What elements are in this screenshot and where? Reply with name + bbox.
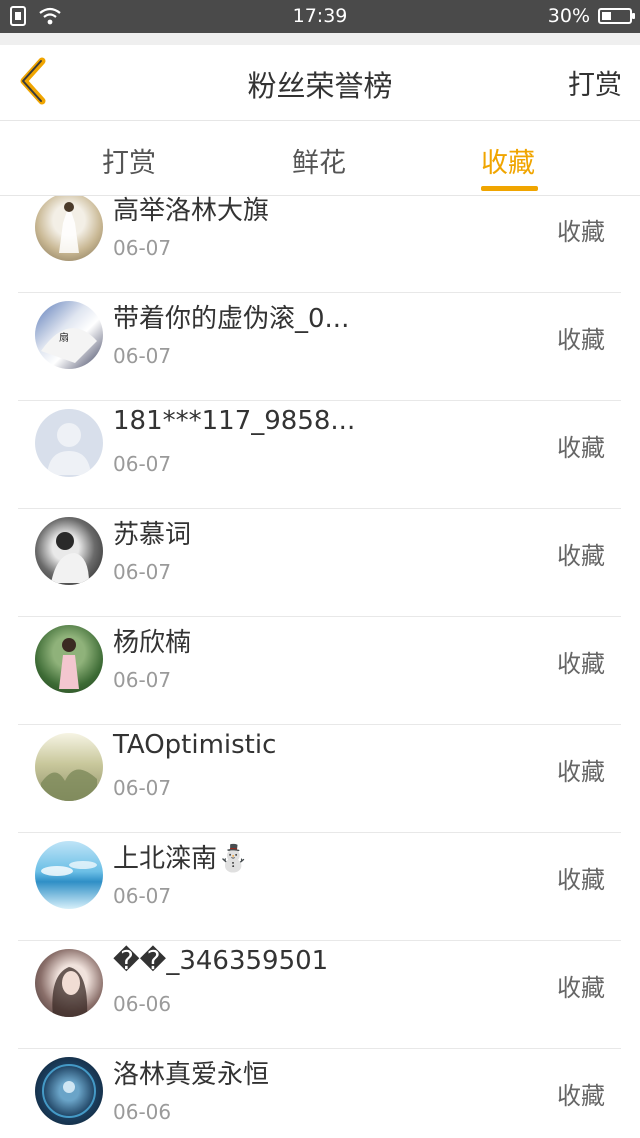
reward-button[interactable]: 打赏 (568, 63, 622, 102)
fan-name: 杨欣楠 (113, 628, 192, 658)
active-tab-indicator (481, 186, 538, 191)
list-item[interactable]: 苏慕词 06-07 收藏 (18, 508, 621, 617)
tab-reward[interactable]: 打赏 (102, 141, 156, 180)
fan-name: 苏慕词 (113, 520, 192, 550)
avatar (35, 409, 103, 477)
fan-name: 带着你的虚伪滚_0... (113, 304, 350, 334)
fan-name: 181***117_9858... (113, 406, 356, 436)
fan-date: 06-07 (113, 452, 172, 476)
fan-date: 06-06 (113, 1100, 172, 1124)
fan-name: 洛林真爱永恒 (113, 1060, 270, 1090)
tab-flowers[interactable]: 鲜花 (292, 141, 346, 180)
fan-name: 高举洛林大旗 (113, 196, 270, 226)
fan-action[interactable]: 收藏 (557, 644, 605, 679)
fan-action[interactable]: 收藏 (557, 428, 605, 463)
default-avatar-icon (47, 423, 91, 475)
fan-action[interactable]: 收藏 (557, 212, 605, 247)
fan-date: 06-07 (113, 776, 172, 800)
fan-name: ��_346359501 (113, 946, 329, 976)
avatar (35, 196, 103, 261)
status-gap (0, 33, 640, 45)
status-icons-right: 30% (547, 5, 635, 27)
app-header: 粉丝荣誉榜 打赏 (0, 45, 640, 121)
battery-text: 30% (547, 5, 590, 27)
fan-name: TAOptimistic (113, 730, 277, 760)
fan-action[interactable]: 收藏 (557, 860, 605, 895)
list-item[interactable]: 杨欣楠 06-07 收藏 (18, 616, 621, 725)
fan-action[interactable]: 收藏 (557, 968, 605, 1003)
avatar (35, 841, 103, 909)
avatar (35, 625, 103, 693)
tab-bar: 打赏 鲜花 收藏 (0, 121, 640, 196)
status-time: 17:39 (292, 5, 348, 27)
list-item[interactable]: 上北滦南⛄ 06-07 收藏 (18, 832, 621, 941)
list-item[interactable]: 扇 带着你的虚伪滚_0... 06-07 收藏 (18, 292, 621, 401)
page-title: 粉丝荣誉榜 (247, 69, 393, 103)
fan-date: 06-07 (113, 668, 172, 692)
fan-date: 06-07 (113, 560, 172, 584)
fan-date: 06-07 (113, 884, 172, 908)
fan-action[interactable]: 收藏 (557, 536, 605, 571)
list-item[interactable]: 高举洛林大旗 06-07 收藏 (18, 196, 621, 293)
avatar (35, 517, 103, 585)
fan-name: 上北滦南⛄ (113, 844, 250, 874)
avatar (35, 949, 103, 1017)
avatar (35, 1057, 103, 1125)
avatar (35, 733, 103, 801)
fan-date: 06-06 (113, 992, 172, 1016)
fans-list: 高举洛林大旗 06-07 收藏 扇 带着你的虚伪滚_0... 06-07 收藏 … (0, 196, 640, 1138)
status-bar: 17:39 30% (0, 0, 640, 33)
list-item[interactable]: 洛林真爱永恒 06-06 收藏 (18, 1048, 621, 1138)
fan-date: 06-07 (113, 236, 172, 260)
avatar: 扇 (35, 301, 103, 369)
list-item[interactable]: ��_346359501 06-06 收藏 (18, 940, 621, 1049)
battery-icon (598, 8, 635, 24)
list-item[interactable]: TAOptimistic 06-07 收藏 (18, 724, 621, 833)
fan-action[interactable]: 收藏 (557, 752, 605, 787)
svg-text:扇: 扇 (59, 331, 69, 344)
tab-favorites[interactable]: 收藏 (481, 141, 535, 180)
fan-date: 06-07 (113, 344, 172, 368)
fan-action[interactable]: 收藏 (557, 320, 605, 355)
list-item[interactable]: 181***117_9858... 06-07 收藏 (18, 400, 621, 509)
fan-action[interactable]: 收藏 (557, 1076, 605, 1111)
